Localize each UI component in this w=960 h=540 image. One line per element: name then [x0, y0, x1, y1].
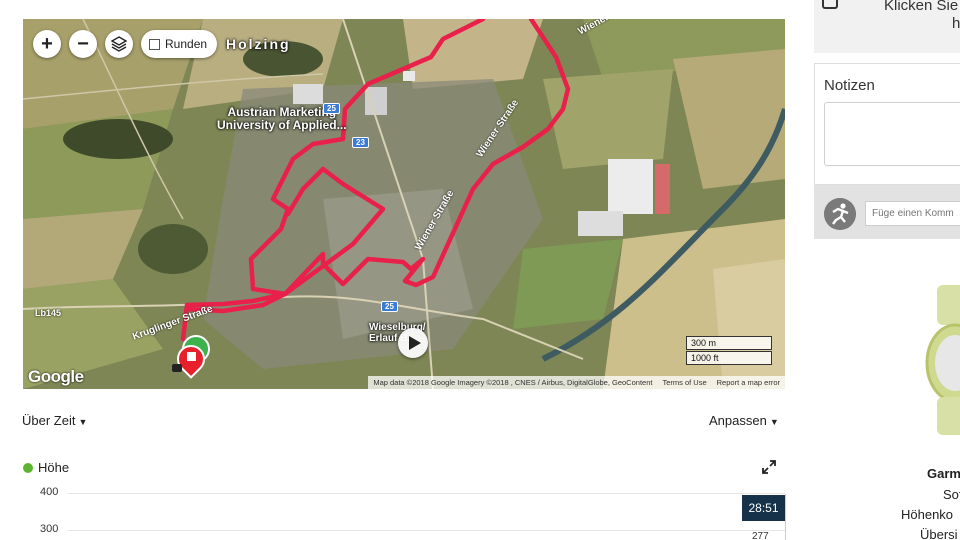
device-elevation-correction: Höhenko — [901, 507, 954, 522]
device-name: Garm — [927, 466, 960, 481]
device-overview: Übersi — [920, 527, 958, 540]
layers-icon — [111, 36, 127, 52]
road-shield-25-north: 25 — [323, 103, 340, 114]
cursor-value-badge: 277 — [752, 531, 769, 540]
zoom-in-button[interactable]: + — [33, 30, 61, 58]
chart-cursor-line — [785, 494, 786, 540]
road-label-lb145: Lb145 — [35, 308, 62, 318]
road-shield-25-south: 25 — [381, 301, 398, 312]
chart-xaxis-dropdown[interactable]: Über Zeit ▼ — [22, 413, 87, 428]
laps-checkbox[interactable] — [149, 38, 160, 50]
notes-textarea[interactable] — [824, 102, 960, 166]
photo-upload-prompt: Klicken Sie — [884, 0, 959, 14]
place-label-holzing: Holzing — [226, 36, 291, 52]
report-error-link[interactable]: Report a map error — [717, 378, 780, 387]
gear-comment-input[interactable] — [865, 201, 960, 226]
place-label-university-line2: University of Applied... — [217, 118, 347, 132]
running-person-icon — [824, 198, 856, 230]
laps-toggle[interactable]: Runden — [141, 30, 218, 58]
chart-xaxis-label: Über Zeit — [22, 413, 76, 428]
attribution-data: Map data ©2018 Google Imagery ©2018 , CN… — [373, 378, 653, 387]
y-tick-label: 300 — [40, 523, 59, 535]
photo-upload-prompt-cont: h — [952, 15, 960, 32]
legend-series-label: Höhe — [38, 460, 70, 475]
cursor-time-badge: 28:51 — [742, 495, 785, 521]
caret-down-icon: ▼ — [769, 417, 779, 427]
map-attribution: Map data ©2018 Google Imagery ©2018 , CN… — [368, 376, 785, 389]
gridline-300 — [68, 530, 785, 531]
zoom-out-button[interactable]: − — [69, 30, 97, 58]
google-logo: Google — [28, 367, 84, 386]
chart-adjust-dropdown[interactable]: Anpassen ▼ — [709, 413, 779, 428]
scale-imperial: 1000 ft — [686, 351, 772, 365]
chart-legend: Höhe — [23, 460, 69, 475]
caret-down-icon: ▼ — [78, 417, 88, 427]
camera-icon — [822, 0, 838, 9]
device-software: Sof — [943, 487, 960, 502]
map-layers-button[interactable] — [105, 30, 133, 58]
finish-square-icon — [187, 352, 196, 361]
legend-dot-icon — [23, 462, 33, 473]
notes-title: Notizen — [824, 77, 875, 94]
activity-map[interactable]: Holzing Austrian Marketing University of… — [23, 19, 785, 389]
chart-adjust-label: Anpassen — [709, 413, 767, 428]
expand-chart-icon[interactable] — [762, 460, 776, 474]
y-tick-label: 400 — [40, 486, 59, 498]
device-image — [925, 285, 960, 435]
scale-metric: 300 m — [686, 336, 772, 350]
road-shield-23: 23 — [352, 137, 369, 148]
play-route-button[interactable] — [398, 328, 428, 358]
gridline-400 — [68, 493, 785, 494]
camera-marker-icon[interactable] — [172, 364, 182, 372]
play-icon — [408, 336, 421, 350]
terms-link[interactable]: Terms of Use — [662, 378, 706, 387]
laps-label: Runden — [165, 37, 208, 51]
map-scale: 300 m 1000 ft — [686, 336, 772, 366]
